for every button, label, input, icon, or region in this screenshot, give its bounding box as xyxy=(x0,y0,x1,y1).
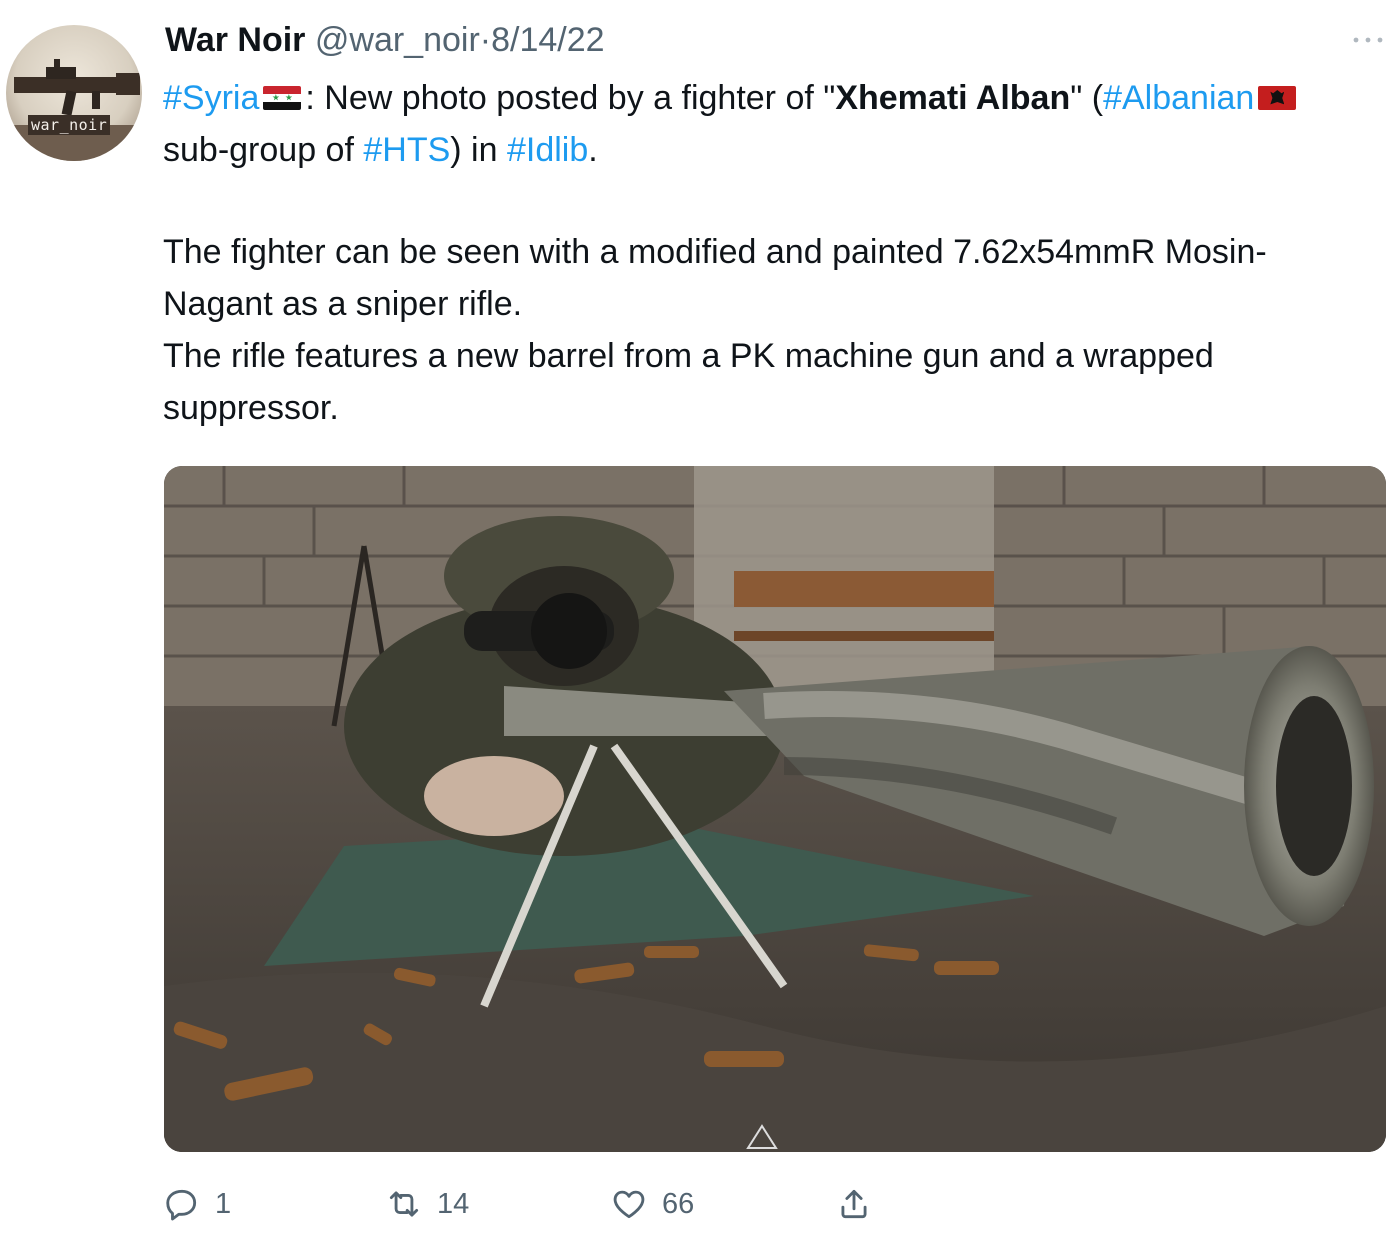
paragraph-3: The rifle features a new barrel from a P… xyxy=(163,337,1214,427)
rifle-avatar-icon xyxy=(6,59,142,161)
more-icon[interactable] xyxy=(1350,30,1386,50)
retweet-button[interactable]: 14 xyxy=(385,1180,469,1228)
sniper-photo-image xyxy=(164,466,1386,1152)
avatar-label: war_noir xyxy=(28,115,111,135)
syria-flag-icon xyxy=(263,86,302,111)
albania-flag-icon xyxy=(1258,86,1297,111)
tweet-header: War Noir @war_noir·8/14/22 xyxy=(165,18,605,62)
share-button[interactable] xyxy=(835,1180,873,1228)
like-button[interactable]: 66 xyxy=(610,1180,694,1228)
tweet-date[interactable]: 8/14/22 xyxy=(491,21,604,59)
retweet-count: 14 xyxy=(437,1187,470,1220)
paragraph-2: The fighter can be seen with a modified … xyxy=(163,233,1267,323)
hashtag-syria[interactable]: #Syria xyxy=(163,79,259,117)
tweet-photo[interactable] xyxy=(164,466,1386,1152)
reply-icon xyxy=(166,1189,197,1221)
action-bar: 1 14 66 xyxy=(163,1180,923,1230)
display-name[interactable]: War Noir xyxy=(165,21,305,59)
paragraph-1: #Syria : New photo posted by a fighter of… xyxy=(163,72,1363,176)
hashtag-idlib[interactable]: #Idlib xyxy=(507,131,588,169)
text-segment: . xyxy=(588,131,598,169)
group-name: Xhemati Alban xyxy=(835,79,1071,117)
like-count: 66 xyxy=(662,1187,695,1220)
text-segment: sub-group of xyxy=(163,131,364,169)
text-segment: : New photo posted by a fighter of " xyxy=(305,79,836,117)
hashtag-albanian[interactable]: #Albanian xyxy=(1103,79,1254,117)
tweet-card[interactable]: war_noir War Noir @war_noir·8/14/22 #Syr… xyxy=(0,0,1400,1237)
heart-icon xyxy=(613,1190,645,1219)
user-handle[interactable]: @war_noir xyxy=(315,21,480,59)
reply-count: 1 xyxy=(215,1187,232,1220)
text-segment: " ( xyxy=(1070,79,1104,117)
avatar[interactable]: war_noir xyxy=(6,25,142,161)
hashtag-hts[interactable]: #HTS xyxy=(363,131,450,169)
share-icon xyxy=(841,1189,867,1219)
reply-button[interactable]: 1 xyxy=(163,1180,231,1228)
retweet-icon xyxy=(389,1191,419,1217)
text-segment: ) in xyxy=(450,131,507,169)
tweet-text: #Syria : New photo posted by a fighter of… xyxy=(163,72,1363,434)
separator-dot: · xyxy=(479,21,492,59)
